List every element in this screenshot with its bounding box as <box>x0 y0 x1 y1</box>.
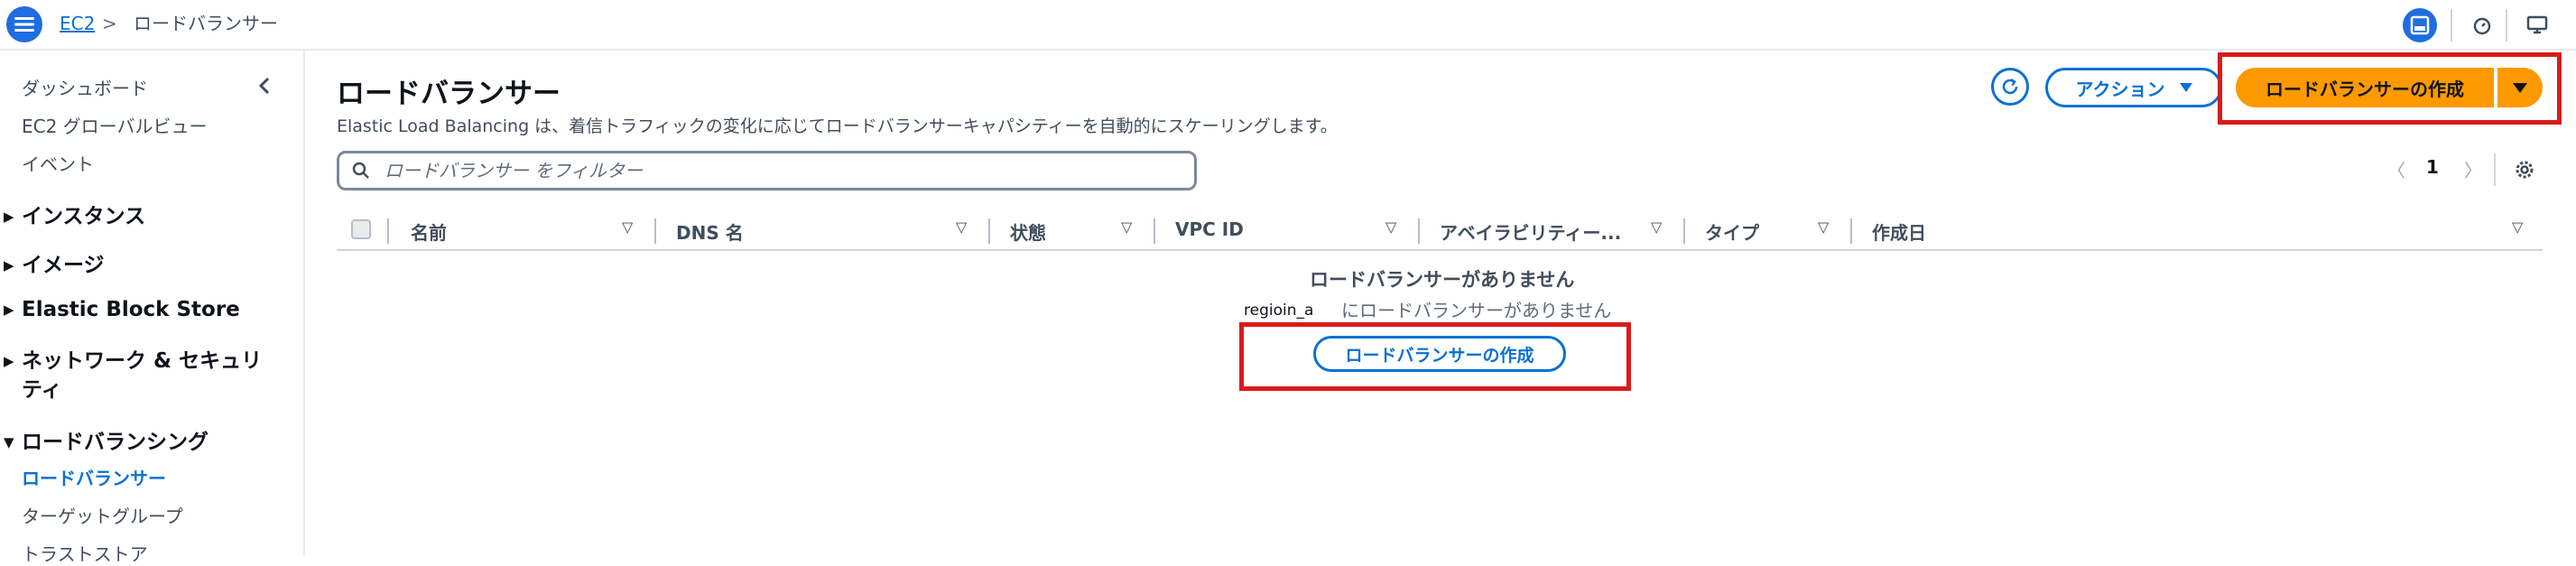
sidebar-item-target-groups[interactable]: ターゲットグループ <box>22 502 183 528</box>
breadcrumb-separator: > <box>102 13 117 34</box>
column-header-state[interactable]: 状態 <box>1010 218 1046 245</box>
collapse-sidebar-icon[interactable] <box>253 72 276 99</box>
column-header-created[interactable]: 作成日 <box>1872 218 1926 245</box>
empty-state-create-button[interactable]: ロードバランサーの作成 <box>1313 336 1566 372</box>
sort-icon[interactable]: ▽ <box>622 218 633 236</box>
toolbar-divider <box>2451 9 2452 42</box>
sidebar-section-label: ネットワーク & セキュリ <box>22 349 263 373</box>
column-header-type[interactable]: タイプ <box>1705 218 1759 245</box>
timer-button[interactable] <box>2465 8 2499 42</box>
pagination-prev[interactable]: 〈 <box>2387 156 2405 182</box>
column-header-vpc-id[interactable]: VPC ID <box>1175 218 1244 240</box>
sidebar-item-dashboard[interactable]: ダッシュボード <box>22 74 148 100</box>
column-divider <box>1154 218 1155 244</box>
column-divider <box>1418 218 1420 244</box>
column-header-availability-zones[interactable]: アベイラビリティー... <box>1440 218 1621 245</box>
create-options-dropdown[interactable] <box>2497 68 2543 107</box>
empty-state-subtitle: にロードバランサーがありません <box>1341 300 1612 321</box>
pagination-page-number[interactable]: 1 <box>2426 156 2439 178</box>
hamburger-menu-icon <box>14 17 34 32</box>
sidebar-item-load-balancers[interactable]: ロードバランサー <box>22 464 166 490</box>
refresh-icon <box>2002 78 2018 95</box>
actions-label: アクション <box>2075 78 2165 100</box>
monitor-icon <box>2526 15 2548 34</box>
top-navigation-bar: EC2 > ロードバランサー <box>0 0 2576 51</box>
create-load-balancer-button[interactable]: ロードバランサーの作成 <box>2236 68 2494 107</box>
caret-right-icon: ▶ <box>4 353 14 369</box>
breadcrumb-ec2-link[interactable]: EC2 <box>60 12 95 35</box>
sort-icon[interactable]: ▽ <box>2512 218 2523 236</box>
sidebar: ダッシュボード EC2 グローバルビュー イベント ▶ インスタンス ▶ イメージ … <box>0 51 305 565</box>
sidebar-section-label: イメージ <box>22 254 105 277</box>
sidebar-section-label: インスタンス <box>22 205 146 228</box>
sidebar-section-network-security[interactable]: ▶ ネットワーク & セキュリ ティ <box>4 347 262 404</box>
gear-icon[interactable] <box>2512 157 2537 182</box>
filter-input[interactable] <box>383 159 1163 182</box>
sidebar-section-label: Elastic Block Store <box>22 298 240 321</box>
toolbar-divider <box>2506 9 2507 42</box>
sidebar-section-images[interactable]: ▶ イメージ <box>4 247 105 278</box>
caret-down-icon <box>2513 82 2527 93</box>
search-icon <box>352 162 369 179</box>
sort-icon[interactable]: ▽ <box>1651 218 1662 236</box>
column-divider <box>988 218 990 244</box>
column-header-name[interactable]: 名前 <box>411 218 447 245</box>
sidebar-item-trust-stores[interactable]: トラストストア <box>22 540 148 566</box>
caret-down-icon <box>2179 83 2192 92</box>
sidebar-section-label: ティ <box>22 378 62 402</box>
refresh-button[interactable] <box>1991 68 2029 106</box>
sort-icon[interactable]: ▽ <box>1818 218 1829 236</box>
pager-divider <box>2494 153 2496 186</box>
sort-icon[interactable]: ▽ <box>1121 218 1132 236</box>
sort-icon[interactable]: ▽ <box>1385 218 1396 236</box>
split-panel-icon <box>2410 15 2430 35</box>
split-panel-button[interactable] <box>2403 8 2437 42</box>
breadcrumb-current: ロードバランサー <box>134 13 278 34</box>
page-title: ロードバランサー <box>337 78 561 110</box>
sort-icon[interactable]: ▽ <box>956 218 967 236</box>
actions-dropdown-button[interactable]: アクション <box>2045 68 2222 107</box>
column-divider <box>654 218 656 244</box>
column-divider <box>1850 218 1852 244</box>
pagination-next[interactable]: 〉 <box>2464 156 2482 182</box>
caret-right-icon: ▶ <box>4 209 14 225</box>
sidebar-section-ebs[interactable]: ▶ Elastic Block Store <box>4 298 240 321</box>
empty-state-title: ロードバランサーがありません <box>1310 269 1575 291</box>
empty-state-region: regioin_a <box>1244 302 1314 320</box>
select-all-checkbox[interactable] <box>351 219 371 239</box>
empty-create-label: ロードバランサーの作成 <box>1345 345 1534 366</box>
sidebar-section-instances[interactable]: ▶ インスタンス <box>4 199 145 229</box>
sidebar-item-events[interactable]: イベント <box>22 150 94 176</box>
filter-search-box[interactable] <box>337 151 1197 190</box>
hamburger-menu-button[interactable] <box>6 6 42 42</box>
caret-right-icon: ▶ <box>4 257 14 274</box>
column-divider <box>387 218 389 244</box>
table-header: 名前 ▽ DNS 名 ▽ 状態 ▽ VPC ID ▽ アベイラビリティー... … <box>337 215 2543 251</box>
page-description: Elastic Load Balancing は、着信トラフィックの変化に応じて… <box>337 116 1338 136</box>
caret-down-icon: ▼ <box>4 434 14 450</box>
timer-icon <box>2473 17 2491 35</box>
column-header-dns-name[interactable]: DNS 名 <box>676 218 744 245</box>
caret-right-icon: ▶ <box>4 302 14 318</box>
column-divider <box>1683 218 1685 244</box>
sidebar-item-global-view[interactable]: EC2 グローバルビュー <box>22 112 207 138</box>
monitor-button[interactable] <box>2520 8 2554 42</box>
sidebar-section-label: ロードバランシング <box>22 431 208 454</box>
create-label: ロードバランサーの作成 <box>2266 78 2464 100</box>
sidebar-section-load-balancing[interactable]: ▼ ロードバランシング <box>4 424 208 455</box>
